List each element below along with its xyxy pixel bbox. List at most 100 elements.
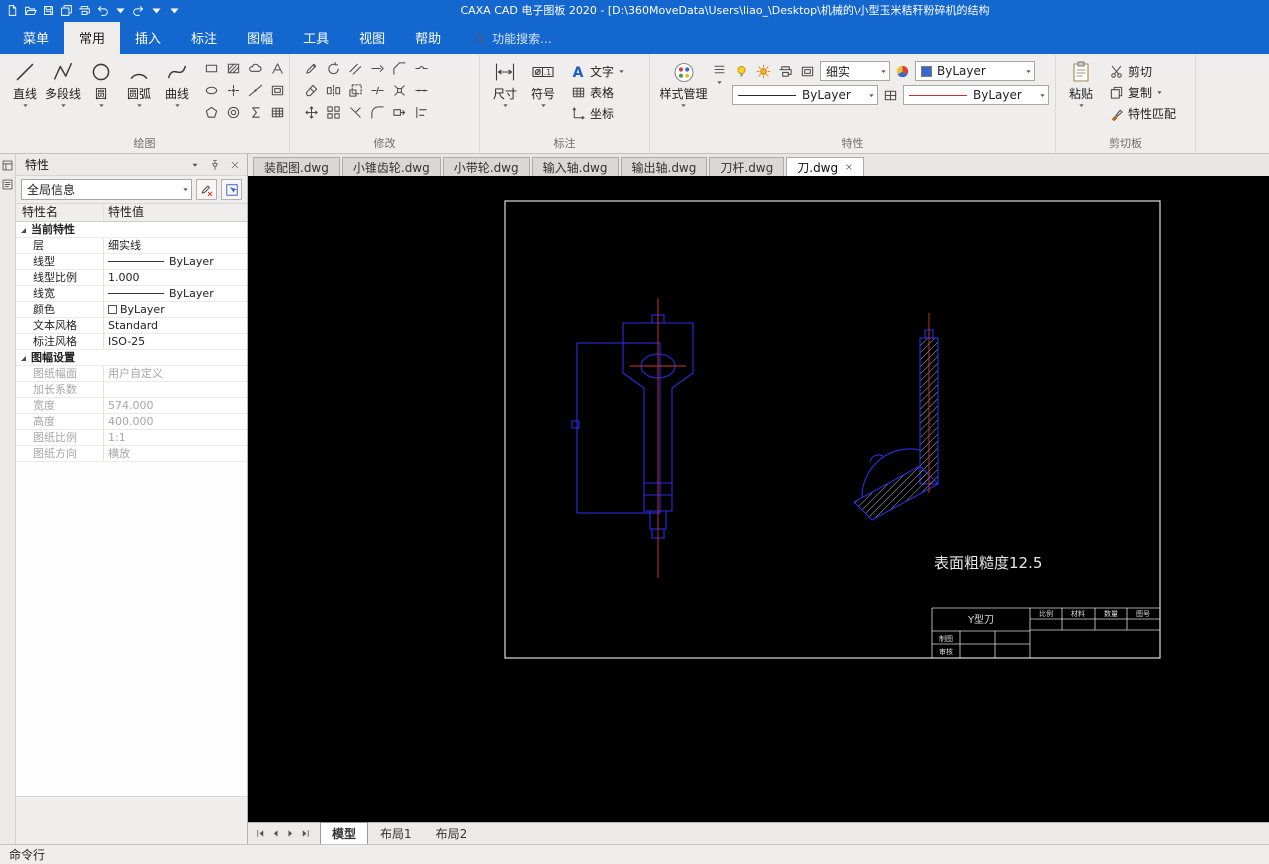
caret-down-icon[interactable]: [174, 102, 181, 109]
mtext-button[interactable]: [268, 60, 287, 79]
caret-down-icon[interactable]: [166, 2, 183, 18]
symbol-button[interactable]: .1 符号: [524, 59, 562, 109]
doc-tab-小带轮.dwg[interactable]: 小带轮.dwg: [442, 157, 530, 176]
frame-button[interactable]: [268, 82, 287, 101]
draw-tool-circle-button[interactable]: 圆: [82, 59, 120, 109]
doc-tab-输出轴.dwg[interactable]: 输出轴.dwg: [620, 157, 708, 176]
close-panel-icon[interactable]: [228, 158, 242, 172]
section-header-0[interactable]: 当前特性: [16, 222, 247, 238]
caret-down-icon[interactable]: [60, 102, 67, 109]
offset-button[interactable]: [346, 60, 365, 79]
edit-button[interactable]: [302, 60, 321, 79]
print-icon[interactable]: [76, 2, 93, 18]
caret-down-icon[interactable]: [502, 102, 509, 109]
next-page-icon[interactable]: [283, 827, 297, 841]
colorwheel-icon[interactable]: [893, 62, 912, 81]
dimension-button[interactable]: 尺寸: [486, 59, 524, 109]
caret-down-icon[interactable]: [112, 2, 129, 18]
layer-combo[interactable]: 细实: [820, 61, 890, 81]
menu-tab-帮助[interactable]: 帮助: [400, 22, 456, 54]
property-value[interactable]: 574.000: [104, 398, 247, 413]
function-search[interactable]: 功能搜索...: [474, 30, 552, 47]
menu-tab-插入[interactable]: 插入: [120, 22, 176, 54]
draw-tool-spline-button[interactable]: 曲线: [158, 59, 196, 109]
property-value[interactable]: Standard: [104, 318, 247, 333]
style-manager-button[interactable]: 样式管理: [656, 59, 711, 109]
command-line[interactable]: 命令行: [0, 844, 1269, 864]
xline-button[interactable]: [246, 82, 265, 101]
layer-on-bulb-icon[interactable]: [732, 62, 751, 81]
property-value[interactable]: ByLayer: [104, 254, 247, 269]
donut-button[interactable]: [224, 104, 243, 123]
doc-tab-装配图.dwg[interactable]: 装配图.dwg: [253, 157, 340, 176]
align-button[interactable]: [412, 104, 431, 123]
select-filter-button[interactable]: [221, 179, 242, 200]
property-value[interactable]: 1:1: [104, 430, 247, 445]
save-all-icon[interactable]: [58, 2, 75, 18]
mirror-button[interactable]: [324, 82, 343, 101]
redo-icon[interactable]: [130, 2, 147, 18]
break-button[interactable]: [368, 82, 387, 101]
color-combo[interactable]: ByLayer: [915, 61, 1035, 81]
explode-button[interactable]: [390, 82, 409, 101]
array-button[interactable]: [324, 104, 343, 123]
menu-tab-常用[interactable]: 常用: [64, 22, 121, 54]
property-value[interactable]: 400.000: [104, 414, 247, 429]
cut-button[interactable]: 剪切: [1104, 61, 1180, 82]
doc-tab-输入轴.dwg[interactable]: 输入轴.dwg: [531, 157, 619, 176]
menu-tab-菜单[interactable]: 菜单: [8, 22, 64, 54]
lineweight-combo[interactable]: ByLayer: [903, 85, 1049, 105]
caret-down-icon[interactable]: [1078, 102, 1085, 109]
doc-tab-小锥齿轮.dwg[interactable]: 小锥齿轮.dwg: [341, 157, 441, 176]
linetype-combo[interactable]: ByLayer: [732, 85, 878, 105]
point-button[interactable]: [224, 82, 243, 101]
layout-tab-模型[interactable]: 模型: [320, 822, 369, 845]
layout-tab-布局2[interactable]: 布局2: [424, 822, 480, 845]
stretch-button[interactable]: [390, 104, 409, 123]
doc-tab-刀.dwg[interactable]: 刀.dwg: [786, 157, 865, 176]
property-value[interactable]: 横放: [104, 446, 247, 461]
rectangle-button[interactable]: [202, 60, 221, 79]
new-file-icon[interactable]: [4, 2, 21, 18]
caret-down-icon[interactable]: [680, 102, 687, 109]
erase-button[interactable]: [302, 82, 321, 101]
hatch-button[interactable]: [224, 60, 243, 79]
match-properties-button[interactable]: 特性匹配: [1104, 103, 1180, 124]
drawing-canvas[interactable]: Y型刀 比例 材料 数量 图号 制图 审核 表面粗糙度12.5: [248, 176, 1269, 822]
property-value[interactable]: 用户自定义: [104, 366, 247, 381]
trim-button[interactable]: [346, 104, 365, 123]
coordinate-button[interactable]: 坐标: [566, 103, 629, 124]
caret-down-icon[interactable]: [148, 2, 165, 18]
divide-button[interactable]: [412, 82, 431, 101]
caret-down-icon[interactable]: [98, 102, 105, 109]
paste-button[interactable]: 粘贴: [1062, 59, 1100, 109]
copy-button[interactable]: 复制: [1104, 82, 1180, 103]
text-button[interactable]: A 文字: [566, 61, 629, 82]
property-value[interactable]: 1.000: [104, 270, 247, 285]
menu-tab-标注[interactable]: 标注: [176, 22, 232, 54]
polygon-button[interactable]: [202, 104, 221, 123]
draw-tool-arc-button[interactable]: 圆弧: [120, 59, 158, 109]
layer-print-icon[interactable]: [776, 62, 795, 81]
caret-down-icon[interactable]: [716, 79, 723, 86]
ellipse-button[interactable]: [202, 82, 221, 101]
scale-button[interactable]: [346, 82, 365, 101]
undo-icon[interactable]: [94, 2, 111, 18]
caret-down-icon[interactable]: [22, 102, 29, 109]
clear-properties-button[interactable]: [196, 179, 217, 200]
property-value[interactable]: ByLayer: [104, 286, 247, 301]
draw-tool-polyline-button[interactable]: 多段线: [44, 59, 82, 109]
chamfer-button[interactable]: [390, 60, 409, 79]
fillet-button[interactable]: [368, 104, 387, 123]
list-icon[interactable]: [713, 63, 726, 76]
layout-tab-布局1[interactable]: 布局1: [368, 822, 424, 845]
join-button[interactable]: [412, 60, 431, 79]
caret-down-icon[interactable]: [136, 102, 143, 109]
extend-button[interactable]: [368, 60, 387, 79]
doc-tab-刀杆.dwg[interactable]: 刀杆.dwg: [709, 157, 785, 176]
property-value[interactable]: [104, 382, 247, 397]
menu-tab-视图[interactable]: 视图: [344, 22, 400, 54]
menu-tab-工具[interactable]: 工具: [288, 22, 344, 54]
save-icon[interactable]: [40, 2, 57, 18]
layer-freeze-sun-icon[interactable]: [754, 62, 773, 81]
